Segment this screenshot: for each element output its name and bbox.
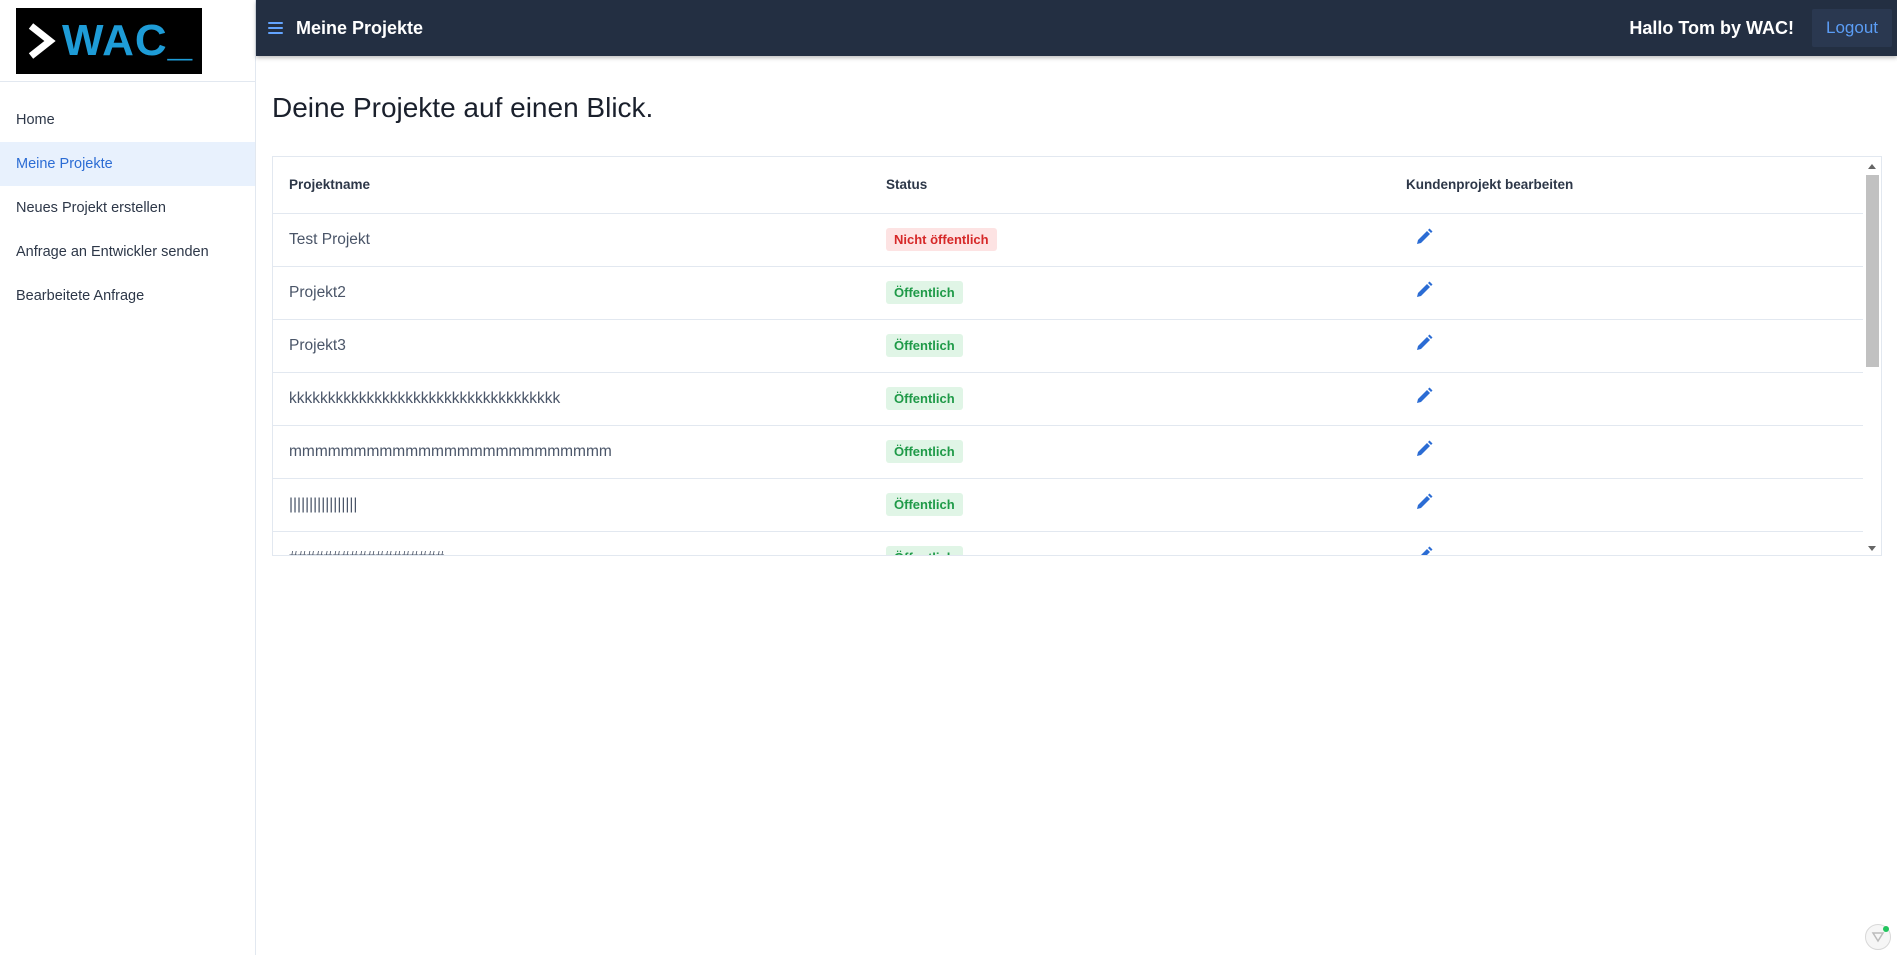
user-greeting: Hallo Tom by WAC! — [1629, 17, 1794, 38]
column-header-status: Status — [870, 157, 1390, 214]
project-name: ||||||||||||||||| — [273, 478, 870, 532]
scrollbar-thumb[interactable] — [1866, 175, 1879, 367]
pencil-icon[interactable] — [1414, 439, 1434, 459]
column-header-projektname: Projektname — [273, 157, 870, 214]
online-status-dot — [1883, 926, 1889, 932]
pencil-icon[interactable] — [1414, 492, 1434, 512]
table-row: Test Projekt Nicht öffentlich — [273, 213, 1865, 267]
sidebar-nav: Home Meine Projekte Neues Projekt erstel… — [0, 82, 255, 318]
projects-table-scroll-area[interactable]: Projektname Status Kundenprojekt bearbei… — [273, 157, 1865, 556]
sidebar-item-label: Anfrage an Entwickler senden — [16, 244, 209, 260]
status-badge: Nicht öffentlich — [886, 228, 997, 251]
widget-glyph-icon — [1871, 932, 1885, 943]
projects-table: Projektname Status Kundenprojekt bearbei… — [273, 157, 1865, 556]
chevron-right-icon — [28, 23, 56, 59]
assistant-widget-icon[interactable] — [1865, 924, 1891, 950]
pencil-icon[interactable] — [1414, 280, 1434, 300]
scroll-down-arrow-icon[interactable] — [1863, 539, 1881, 555]
sidebar-item-label: Neues Projekt erstellen — [16, 200, 166, 216]
pencil-icon[interactable] — [1414, 545, 1434, 556]
status-badge: Öffentlich — [886, 493, 963, 516]
sidebar: WAC_ Home Meine Projekte Neues Projekt e… — [0, 0, 256, 955]
sidebar-item-anfrage-senden[interactable]: Anfrage an Entwickler senden — [0, 230, 255, 274]
table-row: mmmmmmmmmmmmmmmmmmmmmmmmm Öffentlich — [273, 425, 1865, 479]
table-header-row: Projektname Status Kundenprojekt bearbei… — [273, 157, 1865, 214]
column-header-bearbeiten: Kundenprojekt bearbeiten — [1390, 157, 1865, 214]
pencil-icon[interactable] — [1414, 227, 1434, 247]
project-name: ################## — [273, 531, 870, 555]
table-row: kkkkkkkkkkkkkkkkkkkkkkkkkkkkkkkkkkk Öffe… — [273, 372, 1865, 426]
sidebar-item-meine-projekte[interactable]: Meine Projekte — [0, 142, 255, 186]
table-row: ################## Öffentlich — [273, 531, 1865, 556]
sidebar-item-neues-projekt[interactable]: Neues Projekt erstellen — [0, 186, 255, 230]
project-name: kkkkkkkkkkkkkkkkkkkkkkkkkkkkkkkkkkk — [273, 372, 870, 426]
sidebar-item-label: Home — [16, 112, 55, 128]
main-content: Deine Projekte auf einen Blick. Projektn… — [256, 56, 1897, 955]
status-badge: Öffentlich — [886, 546, 963, 555]
logo-text: WAC_ — [62, 16, 194, 65]
sidebar-item-label: Bearbeitete Anfrage — [16, 288, 145, 304]
wac-logo[interactable]: WAC_ — [16, 8, 202, 74]
pencil-icon[interactable] — [1414, 386, 1434, 406]
logout-button[interactable]: Logout — [1812, 9, 1892, 47]
status-badge: Öffentlich — [886, 281, 963, 304]
status-badge: Öffentlich — [886, 440, 963, 463]
table-scrollbar[interactable] — [1863, 157, 1881, 555]
pencil-icon[interactable] — [1414, 333, 1434, 353]
top-header: Meine Projekte Hallo Tom by WAC! Logout — [256, 0, 1897, 56]
project-name: Projekt3 — [273, 319, 870, 373]
logo-container: WAC_ — [0, 0, 255, 82]
sidebar-item-home[interactable]: Home — [0, 98, 255, 142]
page-title: Deine Projekte auf einen Blick. — [272, 92, 654, 123]
sidebar-item-bearbeitete-anfrage[interactable]: Bearbeitete Anfrage — [0, 274, 255, 318]
sidebar-item-label: Meine Projekte — [16, 156, 113, 172]
scroll-up-arrow-icon[interactable] — [1863, 157, 1881, 175]
header-title: Meine Projekte — [296, 17, 424, 38]
table-row: ||||||||||||||||| Öffentlich — [273, 478, 1865, 532]
status-badge: Öffentlich — [886, 387, 963, 410]
project-name: Projekt2 — [273, 266, 870, 320]
projects-table-container: Projektname Status Kundenprojekt bearbei… — [272, 156, 1882, 556]
table-row: Projekt2 Öffentlich — [273, 266, 1865, 320]
project-name: Test Projekt — [273, 213, 870, 267]
status-badge: Öffentlich — [886, 334, 963, 357]
hamburger-menu-icon[interactable] — [268, 18, 288, 38]
table-row: Projekt3 Öffentlich — [273, 319, 1865, 373]
project-name: mmmmmmmmmmmmmmmmmmmmmmmmm — [273, 425, 870, 479]
